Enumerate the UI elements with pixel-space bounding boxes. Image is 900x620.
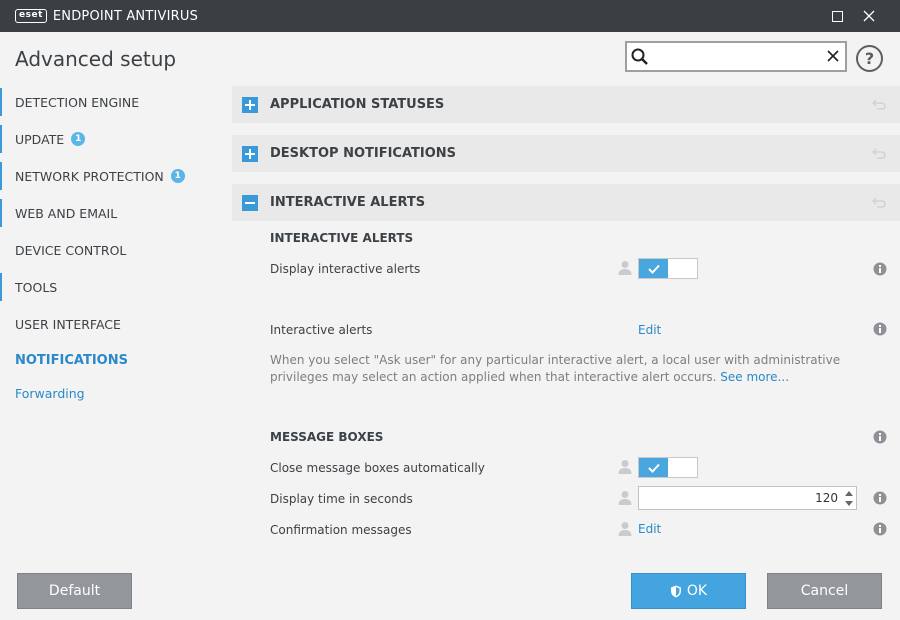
revert-icon[interactable]: [872, 147, 886, 159]
info-icon[interactable]: [873, 262, 887, 276]
maximize-button[interactable]: [822, 0, 852, 32]
title-bar: eset ENDPOINT ANTIVIRUS: [0, 0, 900, 32]
sidebar-item-device-control[interactable]: DEVICE CONTROL: [0, 236, 222, 264]
sidebar-item-notifications[interactable]: NOTIFICATIONS: [0, 346, 222, 374]
section-desktop-notifications[interactable]: DESKTOP NOTIFICATIONS: [232, 135, 900, 172]
eset-logo: eset: [15, 9, 47, 23]
sidebar-item-detection-engine[interactable]: DETECTION ENGINE: [0, 88, 222, 116]
search-input[interactable]: [653, 46, 818, 67]
clear-search-icon[interactable]: [825, 48, 841, 64]
sidebar-item-label: UPDATE: [15, 131, 65, 147]
sidebar-item-label: NETWORK PROTECTION: [15, 168, 164, 184]
sidebar-item-update[interactable]: UPDATE 1: [0, 125, 222, 153]
sidebar-item-web-and-email[interactable]: WEB AND EMAIL: [0, 199, 222, 227]
confirmation-messages-label: Confirmation messages: [270, 523, 412, 537]
interactive-alerts-subheader: INTERACTIVE ALERTS: [270, 231, 414, 245]
user-icon: [618, 460, 632, 474]
ok-button[interactable]: OK: [631, 573, 746, 609]
display-time-input[interactable]: [643, 489, 838, 507]
info-icon[interactable]: [873, 322, 887, 336]
user-icon: [618, 491, 632, 505]
revert-icon[interactable]: [872, 98, 886, 110]
sidebar-item-forwarding[interactable]: Forwarding: [0, 379, 222, 407]
user-icon: [618, 261, 632, 275]
search-icon: [631, 48, 648, 65]
chevron-down-icon: [845, 500, 853, 506]
close-message-boxes-label: Close message boxes automatically: [270, 461, 485, 475]
maximize-icon: [831, 10, 843, 22]
display-interactive-alerts-label: Display interactive alerts: [270, 262, 421, 276]
sidebar-item-label: Forwarding: [15, 385, 85, 401]
close-message-boxes-toggle[interactable]: [638, 457, 698, 478]
section-application-statuses[interactable]: APPLICATION STATUSES: [232, 86, 900, 123]
display-time-stepper[interactable]: [638, 486, 857, 510]
section-title: DESKTOP NOTIFICATIONS: [270, 146, 457, 161]
sidebar-item-label: DEVICE CONTROL: [15, 242, 127, 258]
confirmation-messages-edit-link[interactable]: Edit: [638, 522, 661, 536]
close-icon: [863, 10, 875, 22]
chevron-up-icon: [845, 490, 853, 496]
info-icon[interactable]: [873, 491, 887, 505]
section-title: APPLICATION STATUSES: [270, 97, 445, 112]
display-interactive-alerts-toggle[interactable]: [638, 258, 698, 279]
display-time-label: Display time in seconds: [270, 492, 413, 506]
help-button[interactable]: ?: [856, 45, 883, 72]
section-title: INTERACTIVE ALERTS: [270, 195, 426, 210]
interactive-alerts-label: Interactive alerts: [270, 323, 373, 337]
shield-icon: [670, 585, 682, 598]
section-interactive-alerts[interactable]: INTERACTIVE ALERTS: [232, 184, 900, 221]
checkmark-icon: [647, 463, 660, 473]
see-more-link[interactable]: See more...: [720, 370, 789, 384]
sidebar-item-label: NOTIFICATIONS: [15, 352, 128, 368]
checkmark-icon: [647, 264, 660, 274]
search-box[interactable]: [625, 41, 847, 72]
sidebar-item-label: DETECTION ENGINE: [15, 94, 140, 110]
decrement-button[interactable]: [843, 498, 855, 508]
cancel-button[interactable]: Cancel: [767, 573, 882, 609]
expand-icon[interactable]: [242, 145, 258, 162]
interactive-alerts-edit-link[interactable]: Edit: [638, 323, 661, 337]
notification-badge: 1: [71, 132, 86, 146]
user-icon: [618, 522, 632, 536]
default-button-label: Default: [48, 583, 101, 599]
increment-button[interactable]: [843, 488, 855, 498]
page-title: Advanced setup: [15, 47, 177, 71]
close-button[interactable]: [854, 0, 884, 32]
ok-button-label: OK: [686, 583, 708, 599]
info-icon[interactable]: [873, 522, 887, 536]
message-boxes-subheader: MESSAGE BOXES: [270, 430, 384, 444]
interactive-alerts-description: When you select "Ask user" for any parti…: [270, 352, 880, 386]
default-button[interactable]: Default: [17, 573, 132, 609]
sidebar-item-label: TOOLS: [15, 279, 58, 295]
sidebar-item-tools[interactable]: TOOLS: [0, 273, 222, 301]
app-title: ENDPOINT ANTIVIRUS: [52, 8, 199, 24]
sidebar-item-user-interface[interactable]: USER INTERFACE: [0, 310, 222, 338]
collapse-icon[interactable]: [242, 194, 258, 211]
sidebar-item-label: USER INTERFACE: [15, 316, 121, 332]
expand-icon[interactable]: [242, 96, 258, 113]
sidebar-item-label: WEB AND EMAIL: [15, 205, 118, 221]
sidebar-item-network-protection[interactable]: NETWORK PROTECTION 1: [0, 162, 222, 190]
cancel-button-label: Cancel: [800, 583, 849, 599]
info-icon[interactable]: [873, 430, 887, 444]
revert-icon[interactable]: [872, 196, 886, 208]
notification-badge: 1: [170, 169, 185, 183]
